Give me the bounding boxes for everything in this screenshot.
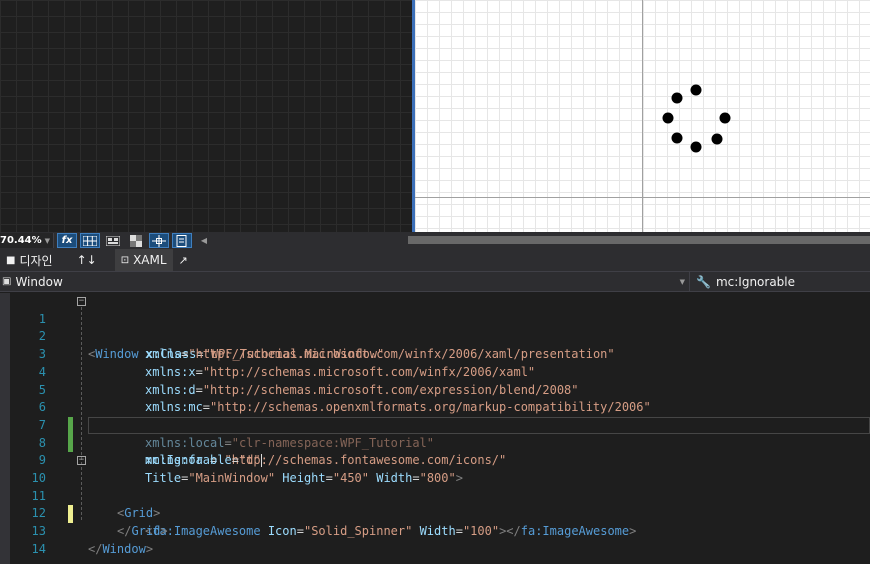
tab-design-label: 디자인 (19, 253, 53, 268)
code-line[interactable]: 5 xmlns:mc="http://schemas.openxmlformat… (0, 364, 870, 415)
code-line[interactable]: 1 − <Window x:Class="WPF_Tutorial.MainWi… (0, 293, 870, 362)
token: Window (102, 541, 146, 556)
xaml-editor[interactable]: 1 − <Window x:Class="WPF_Tutorial.MainWi… (0, 293, 870, 564)
designer-backdrop (0, 0, 412, 232)
spinner-icon[interactable] (662, 83, 732, 153)
code-text[interactable]: </Window> (88, 541, 153, 559)
popout-icon: ↗ (178, 253, 188, 267)
element-dropdown[interactable]: ▣ Window ▼ (0, 272, 690, 291)
code-line[interactable]: 6 xmlns:local="clr-namespace:WPF_Tutoria… (0, 382, 870, 449)
artboard-toggle-button[interactable] (103, 233, 123, 248)
zoom-value: 70.44% (0, 235, 42, 246)
code-line[interactable]: 14 (0, 523, 870, 556)
scroll-left-arrow-icon[interactable]: ◀ (198, 233, 210, 248)
grid-toggle-button[interactable] (80, 233, 100, 248)
snap-snaplines-button[interactable] (172, 233, 192, 248)
code-line[interactable]: 11 <fa:ImageAwesome Icon="Solid_Spinner"… (0, 470, 870, 538)
code-line[interactable]: 8 mc:Ignorable="d" (0, 417, 870, 468)
code-line[interactable]: 3 xmlns:x="http://schemas.microsoft.com/… (0, 328, 870, 379)
code-line[interactable]: 12 </Grid> (0, 488, 870, 538)
token: </ (88, 541, 103, 556)
checkerboard-toggle-button[interactable] (126, 233, 146, 248)
checkerboard-icon (130, 234, 142, 247)
popout-button[interactable]: ↗ (173, 249, 194, 271)
view-tabs: ■ 디자인 ↑↓ ⊡ XAML ↗ (0, 249, 870, 271)
grid-icon (83, 235, 97, 246)
code-line[interactable]: 7 xmlns:fa = "http://schemas.fontawesome… (0, 399, 870, 467)
design-canvas[interactable] (412, 0, 870, 232)
canvas-guide-horizontal (415, 197, 870, 198)
horizontal-scrollbar-thumb[interactable] (408, 236, 870, 244)
xaml-view-icon: ⊡ (120, 254, 130, 266)
code-line[interactable]: 13 </Window> (0, 505, 870, 556)
chevron-down-icon: ▼ (679, 277, 685, 286)
snap-gridlines-button[interactable] (149, 233, 169, 248)
design-view-icon: ■ (6, 254, 16, 266)
member-dropdown-value: mc:Ignorable (715, 274, 796, 289)
element-dropdown-value: Window (15, 274, 63, 289)
element-icon: ▣ (2, 276, 12, 287)
designer-view (0, 0, 870, 232)
document-icon (176, 234, 187, 247)
tab-xaml-label: XAML (133, 253, 167, 267)
zoom-dropdown[interactable]: 70.44% ▼ (0, 233, 54, 248)
member-dropdown[interactable]: 🔧 mc:Ignorable (690, 275, 870, 289)
tab-xaml[interactable]: ⊡ XAML (114, 249, 173, 271)
snap-icon (152, 234, 166, 247)
navigation-bar: ▣ Window ▼ 🔧 mc:Ignorable (0, 271, 870, 292)
layout-icon (106, 235, 120, 246)
line-number: 14 (31, 541, 46, 556)
token: > (145, 541, 154, 556)
collapse-icon[interactable]: − (77, 297, 86, 306)
code-line[interactable]: 2 xmlns="http://schemas.microsoft.com/wi… (0, 311, 870, 361)
chevron-down-icon: ▼ (44, 236, 50, 245)
swap-panes-button[interactable]: ↑↓ (71, 249, 103, 271)
code-line[interactable]: 4 xmlns:d="http://schemas.microsoft.com/… (0, 346, 870, 397)
tab-design[interactable]: ■ 디자인 (0, 249, 59, 271)
fx-label: fx (61, 235, 73, 246)
swap-icon: ↑↓ (76, 253, 97, 267)
wrench-icon: 🔧 (696, 274, 711, 289)
code-line[interactable]: 9 Title="MainWindow" Height="450" Width=… (0, 435, 870, 485)
formula-button[interactable]: fx (57, 233, 77, 248)
code-line[interactable]: 10 − <Grid> (0, 452, 870, 521)
collapse-icon[interactable]: − (77, 456, 86, 466)
